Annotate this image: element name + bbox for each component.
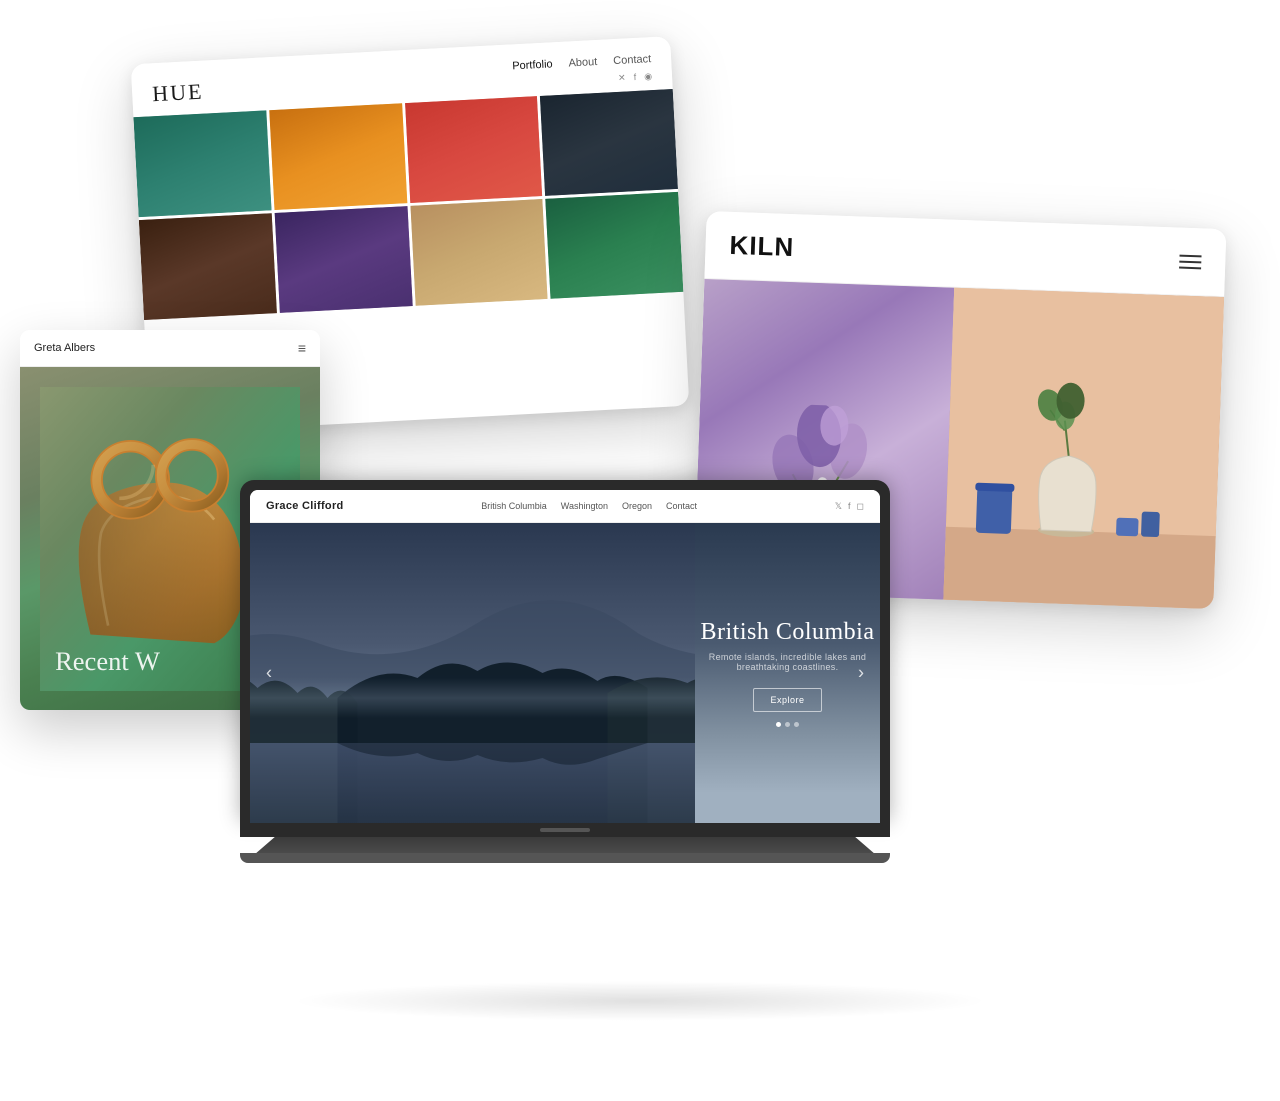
grace-hero-subtitle: Remote islands, incredible lakes and bre… [695, 652, 880, 672]
grace-carousel-dots [695, 722, 880, 727]
hue-grid-cell-8 [546, 192, 684, 299]
laptop-screen-wrapper: Grace Clifford British Columbia Washingt… [240, 480, 890, 823]
grace-dot-3[interactable] [794, 722, 799, 727]
hue-about-link[interactable]: About [568, 56, 597, 69]
laptop-notch [540, 828, 590, 832]
kiln-menu-icon[interactable] [1179, 254, 1201, 269]
greta-nav: Greta Albers ≡ [20, 330, 320, 367]
laptop-hinge [240, 823, 890, 837]
grace-explore-button[interactable]: Explore [753, 688, 821, 712]
hue-nav-links: Portfolio About Contact [512, 53, 651, 72]
grace-nav-links: British Columbia Washington Oregon Conta… [481, 501, 697, 511]
hue-nav-right: Portfolio About Contact ✕ f ◉ [512, 53, 652, 89]
laptop-screen: Grace Clifford British Columbia Washingt… [250, 490, 880, 823]
grace-contact-link[interactable]: Contact [666, 501, 697, 511]
kiln-still-life-svg [943, 288, 1224, 609]
hue-contact-link[interactable]: Contact [613, 53, 651, 67]
hue-instagram-icon[interactable]: ◉ [644, 71, 652, 82]
kiln-right-bg [943, 288, 1224, 609]
hue-grid [133, 89, 683, 324]
svg-text:Recent W: Recent W [55, 646, 160, 676]
scene: HUE Portfolio About Contact ✕ f ◉ [0, 0, 1280, 1101]
grace-dot-2[interactable] [785, 722, 790, 727]
hue-grid-cell-2 [269, 103, 407, 210]
kiln-logo: KILN [729, 230, 795, 263]
hue-grid-cell-4 [540, 89, 678, 196]
hue-portfolio-link[interactable]: Portfolio [512, 58, 553, 72]
hue-grid-cell-3 [405, 96, 543, 203]
grace-brand: Grace Clifford [266, 500, 344, 512]
scene-shadow [290, 981, 990, 1021]
grace-bc-link[interactable]: British Columbia [481, 501, 547, 511]
hue-grid-cell-5 [139, 213, 277, 320]
grace-hero-title: British Columbia [695, 619, 880, 646]
grace-next-arrow[interactable]: › [858, 663, 864, 684]
greta-brand: Greta Albers [34, 342, 95, 354]
hue-facebook-icon[interactable]: f [633, 72, 636, 83]
grace-insta-icon[interactable]: ◻ [857, 501, 864, 512]
grace-nav: Grace Clifford British Columbia Washingt… [250, 490, 880, 523]
grace-or-link[interactable]: Oregon [622, 501, 652, 511]
greta-hamburger-icon[interactable]: ≡ [298, 340, 306, 356]
hue-grid-cell-6 [274, 206, 412, 313]
grace-social: 𝕏 f ◻ [835, 501, 864, 512]
laptop-stand [256, 837, 874, 853]
hue-twitter-icon[interactable]: ✕ [618, 73, 626, 84]
grace-dot-1[interactable] [776, 722, 781, 727]
grace-hero: ‹ › British Columbia Remote islands, inc… [250, 523, 880, 823]
hue-social: ✕ f ◉ [618, 71, 652, 84]
grace-hero-text: British Columbia Remote islands, incredi… [695, 619, 880, 727]
hue-grid-cell-7 [410, 199, 548, 306]
grace-twitter-icon[interactable]: 𝕏 [835, 501, 842, 512]
grace-hero-bg-svg [250, 523, 695, 823]
laptop-foot [240, 853, 890, 863]
kiln-image-right [943, 288, 1224, 609]
grace-laptop: Grace Clifford British Columbia Washingt… [240, 480, 890, 863]
hue-grid-cell-1 [133, 110, 271, 217]
hue-logo: HUE [152, 78, 205, 107]
grace-facebook-icon[interactable]: f [848, 501, 851, 512]
grace-prev-arrow[interactable]: ‹ [266, 663, 272, 684]
grace-wa-link[interactable]: Washington [561, 501, 608, 511]
